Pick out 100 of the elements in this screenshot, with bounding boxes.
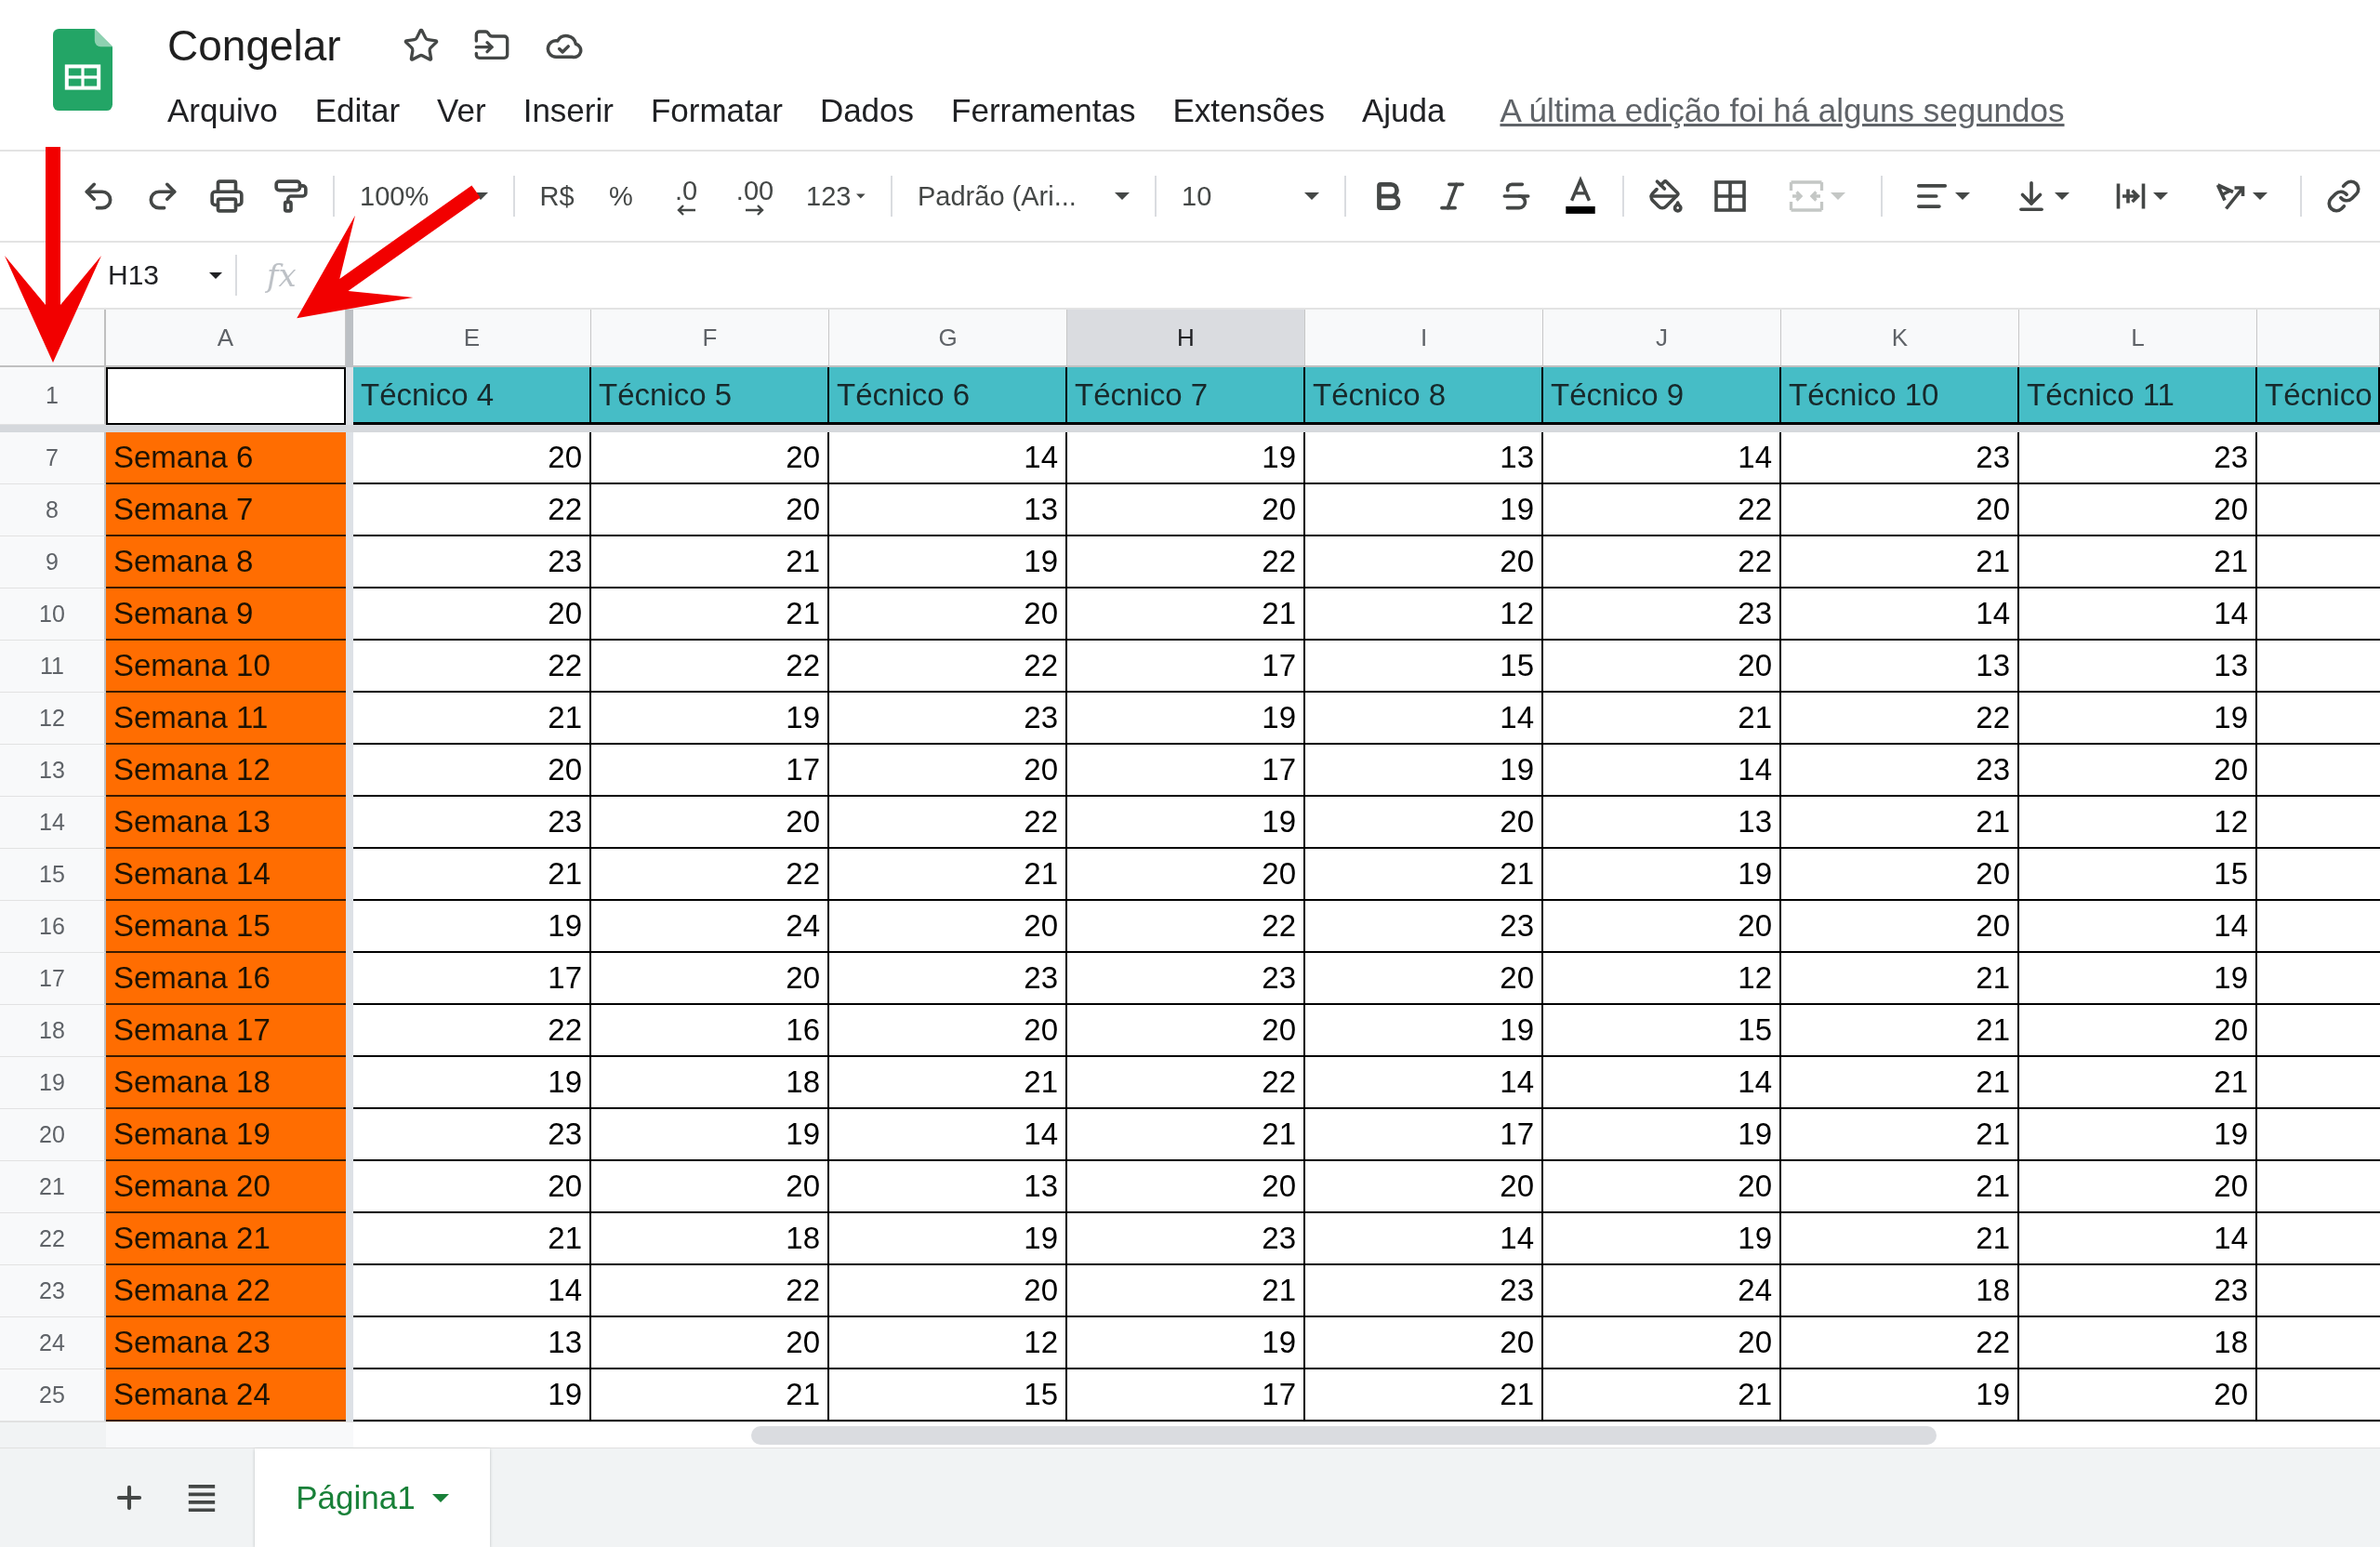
font-size-select[interactable]: 10 [1176, 170, 1325, 222]
column-header[interactable]: J [1543, 310, 1781, 367]
arrow-left-icon [676, 204, 696, 216]
column-header[interactable]: E [353, 310, 591, 367]
table-cell: 14 [1305, 1057, 1543, 1109]
menu-item[interactable]: Ajuda [1361, 92, 1446, 129]
row-header[interactable]: 7 [0, 432, 106, 484]
table-cell: 21 [591, 588, 829, 641]
row-header[interactable]: 17 [0, 953, 106, 1005]
table-cell: 14 [1781, 588, 2019, 641]
row-header[interactable]: 10 [0, 588, 106, 641]
scrollbar-track[interactable] [0, 1421, 2380, 1448]
row-header[interactable]: 23 [0, 1265, 106, 1317]
row-header[interactable]: 12 [0, 693, 106, 745]
row-header[interactable]: 22 [0, 1213, 106, 1265]
row-header[interactable]: 14 [0, 797, 106, 849]
menu-item[interactable]: Ferramentas [951, 92, 1136, 129]
row-header[interactable]: 11 [0, 641, 106, 693]
table-cell: 20 [591, 484, 829, 536]
caret-icon [1831, 192, 1845, 200]
column-header[interactable]: F [591, 310, 829, 367]
table-cell: 22 [353, 641, 591, 693]
table-cell: 24 [591, 901, 829, 953]
column-header[interactable]: G [829, 310, 1067, 367]
menu-item[interactable]: Dados [819, 92, 915, 129]
row-header[interactable]: 20 [0, 1109, 106, 1161]
last-edit-link[interactable]: A última edição foi há alguns segundos [1500, 92, 2065, 129]
table-cell: 23 [1543, 588, 1781, 641]
row-header[interactable]: 8 [0, 484, 106, 536]
column-header[interactable]: I [1305, 310, 1543, 367]
column-header[interactable]: A [106, 310, 346, 367]
table-cell: 24 [1543, 1265, 1781, 1317]
menu-item[interactable]: Editar [314, 92, 401, 129]
number-format-select[interactable]: 123 [800, 170, 871, 222]
table-cell: Técnico 4 [353, 367, 591, 425]
table-cell: 17 [353, 953, 591, 1005]
row-header[interactable]: 19 [0, 1057, 106, 1109]
table-cell: 17 [1067, 1369, 1305, 1421]
table-cell: 20 [1305, 953, 1543, 1005]
table-cell: 18 [591, 1213, 829, 1265]
borders-icon [1713, 179, 1747, 213]
table-cell: Semana 11 [106, 693, 346, 745]
row-header[interactable]: 21 [0, 1161, 106, 1213]
table-cell: 14 [829, 1109, 1067, 1161]
table-cell: 22 [591, 849, 829, 901]
table-cell: 19 [591, 1109, 829, 1161]
decrease-decimal-button[interactable]: .0 [663, 170, 709, 222]
name-box[interactable]: H13 [0, 243, 235, 308]
table-cell: 21 [1781, 536, 2019, 588]
table-cell: 20 [829, 745, 1067, 797]
table-cell: 20 [353, 432, 591, 484]
table-cell: 19 [1781, 1369, 2019, 1421]
table-cell: 14 [1543, 432, 1781, 484]
table-cell: 12 [829, 1317, 1067, 1369]
row-header[interactable]: 16 [0, 901, 106, 953]
table-cell: 19 [1543, 1109, 1781, 1161]
row-header[interactable]: 24 [0, 1317, 106, 1369]
increase-decimal-button[interactable]: .00 [729, 170, 781, 222]
table-cell: 20 [2019, 1005, 2257, 1057]
table-cell: 20 [353, 1161, 591, 1213]
table-cell: 13 [1543, 797, 1781, 849]
percent-button[interactable]: % [599, 170, 643, 222]
menu-item[interactable]: Formatar [650, 92, 783, 129]
row-header[interactable]: 1 [0, 367, 106, 425]
row-header[interactable]: 18 [0, 1005, 106, 1057]
currency-button[interactable]: R$ [535, 170, 579, 222]
font-select[interactable]: Padrão (Ari... [912, 170, 1135, 222]
menu-item[interactable]: Extensões [1172, 92, 1325, 129]
table-cell: 21 [353, 849, 591, 901]
caret-icon [2055, 192, 2069, 200]
table-cell: 13 [2019, 641, 2257, 693]
table-cell: 22 [1067, 901, 1305, 953]
row-header[interactable]: 25 [0, 1369, 106, 1421]
table-cell: 21 [1305, 849, 1543, 901]
table-cell: 19 [1305, 484, 1543, 536]
table-cell: 20 [1781, 484, 2019, 536]
table-cell: 20 [2019, 1161, 2257, 1213]
column-header[interactable]: H [1067, 310, 1305, 367]
caret-icon [2153, 192, 2168, 200]
table-cell: 16 [591, 1005, 829, 1057]
paint-bucket-icon [1648, 178, 1684, 214]
caret-icon [1304, 192, 1319, 200]
scrollbar-thumb[interactable] [751, 1425, 1937, 1445]
table-cell: 15 [829, 1369, 1067, 1421]
column-header[interactable]: K [1781, 310, 2019, 367]
menu-item[interactable]: Inserir [522, 92, 614, 129]
column-header[interactable]: L [2019, 310, 2257, 367]
menu-item[interactable]: Ver [437, 92, 486, 129]
table-cell: 20 [1543, 1161, 1781, 1213]
star-icon[interactable] [402, 27, 440, 64]
row-header[interactable]: 9 [0, 536, 106, 588]
row-header[interactable]: 13 [0, 745, 106, 797]
table-cell: 19 [829, 1213, 1067, 1265]
table-cell: 20 [2019, 1369, 2257, 1421]
menu-item[interactable]: Arquivo [167, 92, 278, 129]
row-header[interactable]: 15 [0, 849, 106, 901]
table-cell: Técnico 7 [1067, 367, 1305, 425]
document-title[interactable]: Congelar [167, 20, 341, 71]
sheet-tab[interactable]: Página1 [255, 1448, 490, 1547]
spreadsheet-logo-icon[interactable] [53, 29, 112, 111]
